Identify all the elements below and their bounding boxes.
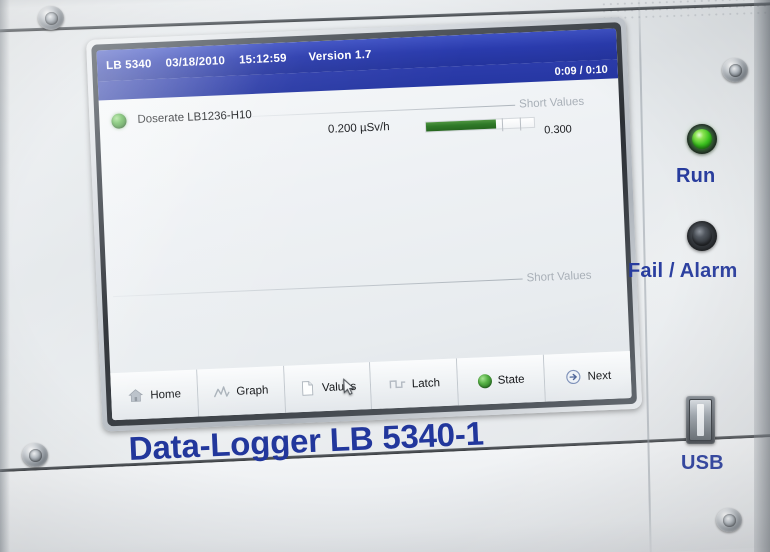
touchscreen-display[interactable]: LB 5340 03/18/2010 15:12:59 Version 1.7 …: [86, 16, 643, 432]
toolbar-label-home: Home: [150, 387, 182, 402]
fail-alarm-lamp-bulb: [692, 226, 712, 246]
graph-icon: [214, 386, 230, 398]
toolbar-label-state: State: [497, 373, 525, 387]
toolbar-label-latch: Latch: [411, 376, 441, 390]
bargraph-scale-max: 0.300: [544, 123, 573, 137]
home-icon: [128, 389, 144, 402]
usb-port-interior: [689, 399, 712, 441]
channel-status-led-icon: [111, 113, 127, 129]
toolbar-button-home[interactable]: Home: [110, 369, 200, 421]
display-screen[interactable]: LB 5340 03/18/2010 15:12:59 Version 1.7 …: [96, 28, 632, 421]
panel-screw-bottom-left: [22, 443, 48, 467]
measurement-timer: 0:09 / 0:10: [554, 63, 608, 78]
run-indicator-label: Run: [676, 165, 716, 187]
titlebar-time: 15:12:59: [238, 51, 287, 66]
toolbar-button-next[interactable]: Next: [544, 351, 632, 402]
toolbar-label-next: Next: [587, 369, 612, 383]
display-content: Short Values Doserate LB1236-H10 0.200 µ…: [99, 78, 630, 373]
bottom-section-rule: [112, 278, 523, 298]
mouse-cursor: [343, 378, 355, 395]
usb-port-icon[interactable]: [686, 396, 715, 444]
run-indicator-lamp: [687, 124, 717, 154]
fail-alarm-indicator-label: Fail / Alarm: [628, 260, 738, 282]
toolbar-button-graph[interactable]: Graph: [197, 365, 286, 417]
channel-bargraph: [424, 116, 536, 133]
toolbar-label-graph: Graph: [236, 384, 269, 398]
usb-label: USB: [681, 452, 724, 474]
data-logger-device: LB 5340 03/18/2010 15:12:59 Version 1.7 …: [0, 0, 770, 552]
toolbar-button-state[interactable]: State: [457, 354, 547, 406]
run-lamp-bulb: [692, 129, 712, 149]
toolbar-button-latch[interactable]: Latch: [370, 358, 460, 410]
arrow-right-circle-icon: [565, 369, 581, 385]
titlebar-model: LB 5340: [105, 57, 152, 72]
panel-left-edge: [0, 0, 10, 552]
green-led-icon: [477, 373, 493, 389]
side-control-panel: Run Fail / Alarm USB: [628, 0, 770, 552]
toolbar-button-values[interactable]: Values: [283, 362, 373, 413]
fail-alarm-indicator-lamp: [687, 221, 717, 251]
titlebar-version: Version 1.7: [308, 48, 372, 63]
usb-port-tongue: [697, 404, 704, 436]
titlebar-date: 03/18/2010: [165, 54, 226, 70]
document-icon: [301, 381, 314, 396]
bargraph-tick-2: [519, 117, 522, 131]
short-values-label-bottom: Short Values: [526, 269, 592, 285]
bargraph-tick-1: [501, 118, 504, 132]
channel-value: 0.200 µSv/h: [327, 121, 390, 136]
step-signal-icon: [389, 380, 406, 389]
channel-label: Doserate LB1236-H10: [137, 108, 253, 126]
bargraph-fill: [425, 119, 497, 132]
